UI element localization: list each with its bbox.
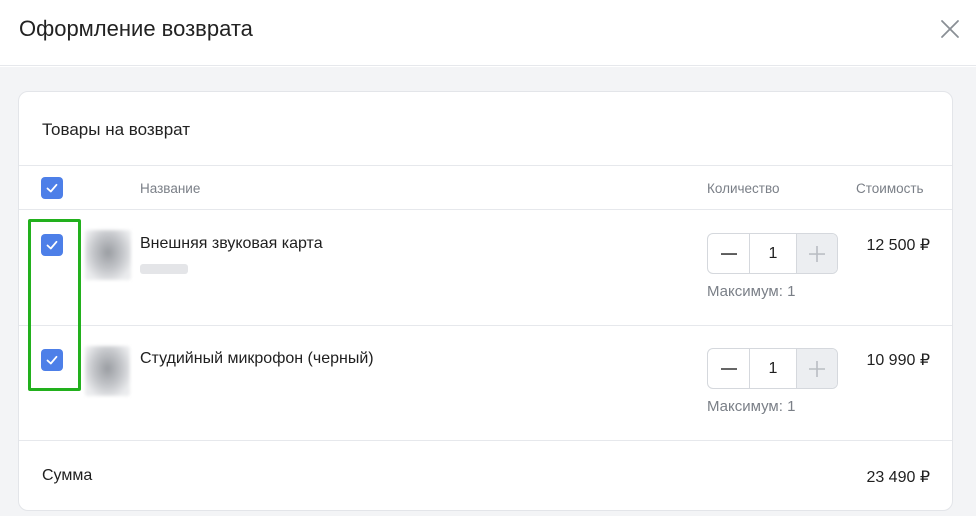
total-label: Сумма [42, 467, 93, 484]
product-sku-blurred [140, 264, 188, 274]
column-header-cost: Стоимость [856, 181, 924, 196]
divider [19, 209, 952, 210]
divider [19, 165, 952, 166]
product-thumbnail [85, 346, 130, 396]
select-all-checkbox[interactable] [41, 177, 63, 199]
column-header-quantity: Количество [707, 181, 780, 196]
minus-icon [720, 252, 737, 255]
divider [19, 440, 952, 441]
quantity-value[interactable]: 1 [750, 349, 796, 388]
item-checkbox[interactable] [41, 349, 63, 371]
product-name: Студийный микрофон (черный) [140, 350, 374, 367]
product-price: 10 990 ₽ [866, 352, 930, 369]
minus-icon [720, 367, 737, 370]
product-price: 12 500 ₽ [866, 237, 930, 254]
divider [19, 325, 952, 326]
total-value: 23 490 ₽ [866, 469, 930, 486]
quantity-value[interactable]: 1 [750, 234, 796, 273]
product-name: Внешняя звуковая карта [140, 235, 323, 252]
close-icon [941, 20, 959, 38]
checkmark-icon [46, 183, 58, 193]
modal-title: Оформление возврата [19, 16, 253, 41]
modal-body: Товары на возврат Название Количество Ст… [0, 67, 976, 516]
decrease-button[interactable] [708, 234, 750, 273]
close-button[interactable] [937, 16, 963, 42]
section-title: Товары на возврат [42, 120, 191, 139]
product-thumbnail [85, 230, 131, 280]
checkmark-icon [46, 240, 58, 250]
return-items-card: Товары на возврат Название Количество Ст… [18, 91, 953, 511]
checkmark-icon [46, 355, 58, 365]
decrease-button[interactable] [708, 349, 750, 388]
column-header-name: Название [140, 181, 201, 196]
modal-header: Оформление возврата [0, 0, 976, 66]
max-quantity-label: Максимум: 1 [707, 283, 796, 300]
max-quantity-label: Максимум: 1 [707, 398, 796, 415]
item-checkbox[interactable] [41, 234, 63, 256]
